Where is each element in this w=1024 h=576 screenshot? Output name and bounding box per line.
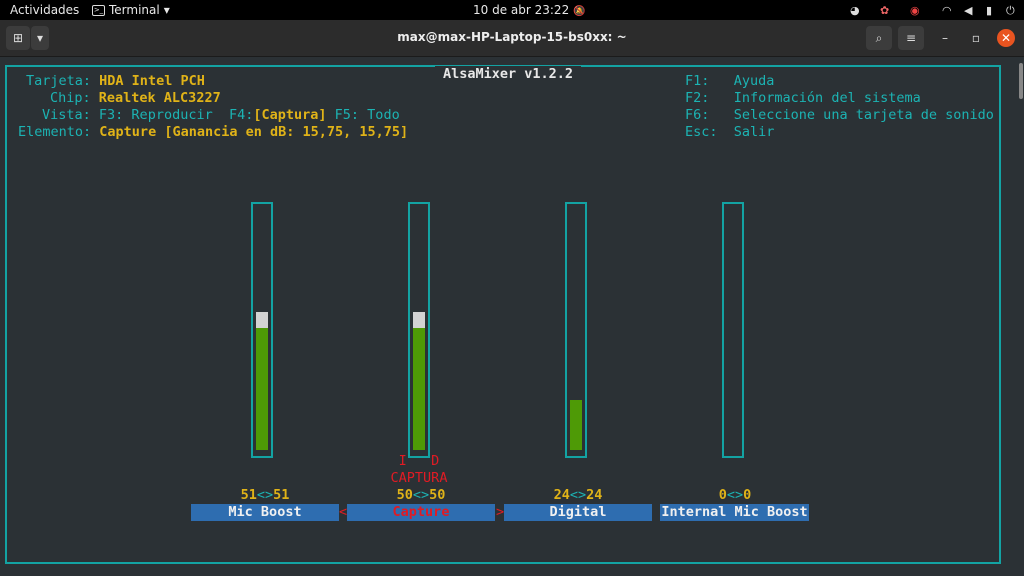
mic-boost-slider[interactable]	[251, 202, 273, 458]
chrome-icon[interactable]: ◉	[910, 4, 920, 17]
card-label: Tarjeta:	[26, 73, 92, 89]
chip-label: Chip:	[50, 90, 91, 106]
capture-volume: 50<>50	[371, 487, 471, 504]
terminal-area[interactable]: AlsaMixer v1.2.2 Tarjeta: HDA Intel PCH …	[0, 57, 1024, 576]
wifi-icon[interactable]: ◠	[942, 4, 952, 17]
mic-boost-volume: 51<>51	[215, 487, 315, 504]
vol-left: 51	[240, 487, 257, 503]
terminal-icon: >_	[92, 4, 105, 16]
view-label: Vista:	[42, 107, 91, 123]
alsamixer-title: AlsaMixer v1.2.2	[435, 66, 582, 82]
search-button[interactable]: ⌕	[866, 26, 892, 50]
vol-left: 24	[553, 487, 570, 503]
vol-right: 51	[273, 487, 290, 503]
vol-left: 0	[718, 487, 727, 503]
discord-icon[interactable]: ◕	[850, 4, 860, 17]
clock-text: 10 de abr 23:22	[473, 3, 570, 17]
internal-mic-boost-slider[interactable]	[722, 202, 744, 458]
terminal-scrollbar[interactable]	[1019, 63, 1023, 99]
app-name: Terminal	[109, 3, 160, 17]
select-right-marker: >	[496, 504, 505, 520]
capture-label[interactable]: Capture	[347, 504, 495, 521]
help-key: F1:	[685, 73, 710, 89]
bell-muted-icon: 🔕	[573, 6, 586, 17]
volume-level-bar	[256, 328, 268, 450]
app-menu-terminal[interactable]: >_ Terminal ▾	[92, 3, 170, 17]
battery-icon[interactable]: ▮	[986, 4, 992, 17]
element-value: Capture [Ganancia en dB: 15,75, 15,75]	[99, 124, 409, 140]
digital-label[interactable]: Digital	[504, 504, 652, 521]
help-key: F6:	[685, 107, 710, 123]
app-icon[interactable]: ✿	[880, 4, 889, 17]
capture-status: CAPTURA	[390, 470, 448, 486]
vol-right: 0	[743, 487, 752, 503]
chevron-down-icon: ▾	[163, 3, 170, 17]
capture-flags: I D	[398, 453, 440, 469]
internal-mic-boost-label[interactable]: Internal Mic Boost	[660, 504, 809, 521]
help-f1: F1: Ayuda	[685, 73, 774, 90]
maximize-button[interactable]: ▫	[967, 29, 985, 47]
element-label: Elemento:	[18, 124, 92, 140]
help-text: Ayuda	[733, 73, 775, 89]
menu-icon: ≡	[905, 31, 917, 45]
vol-sep: <>	[569, 487, 587, 503]
view-playback[interactable]: F3: Reproducir	[99, 107, 213, 123]
digital-volume: 24<>24	[528, 487, 628, 504]
volume-level-cap	[413, 312, 425, 328]
activities-button[interactable]: Actividades	[10, 3, 79, 17]
view-capture[interactable]: [Captura]	[253, 107, 326, 123]
help-key: F2:	[685, 90, 710, 106]
window-titlebar: ⊞ ▾ max@max-HP-Laptop-15-bs0xx: ~ ⌕ ≡ – …	[0, 20, 1024, 57]
help-esc: Esc: Salir	[685, 124, 774, 141]
volume-level-bar	[413, 328, 425, 450]
internal-mic-boost-volume: 0<>0	[685, 487, 785, 504]
mic-boost-label[interactable]: Mic Boost	[191, 504, 339, 521]
vol-left: 50	[396, 487, 413, 503]
help-key: Esc:	[685, 124, 718, 140]
help-f2: F2: Información del sistema	[685, 90, 921, 107]
clock[interactable]: 10 de abr 23:22 🔕	[473, 3, 585, 17]
help-text: Salir	[733, 124, 775, 140]
hamburger-menu-button[interactable]: ≡	[898, 26, 924, 50]
volume-icon[interactable]: ◀	[964, 4, 972, 17]
view-capture-key[interactable]: F4:	[229, 107, 253, 123]
vol-right: 24	[586, 487, 603, 503]
help-text: Seleccione una tarjeta de sonido	[733, 107, 994, 123]
vol-right: 50	[429, 487, 446, 503]
top-bar: Actividades >_ Terminal ▾ 10 de abr 23:2…	[0, 0, 1024, 20]
help-f6: F6: Seleccione una tarjeta de sonido	[685, 107, 994, 124]
volume-level-bar	[570, 400, 582, 450]
vol-sep: <>	[726, 487, 744, 503]
vol-sep: <>	[412, 487, 430, 503]
volume-level-cap	[256, 312, 268, 328]
digital-slider[interactable]	[565, 202, 587, 458]
minimize-button[interactable]: –	[936, 29, 954, 47]
power-icon[interactable]: ⏻	[1006, 4, 1015, 18]
card-value: HDA Intel PCH	[99, 73, 205, 89]
view-all[interactable]: F5: Todo	[335, 107, 400, 123]
help-text: Información del sistema	[733, 90, 921, 106]
close-button[interactable]: ✕	[997, 29, 1015, 47]
search-icon: ⌕	[875, 31, 883, 45]
chip-value: Realtek ALC3227	[98, 90, 221, 106]
capture-slider[interactable]	[408, 202, 430, 458]
vol-sep: <>	[256, 487, 274, 503]
select-left-marker: <	[339, 504, 348, 520]
